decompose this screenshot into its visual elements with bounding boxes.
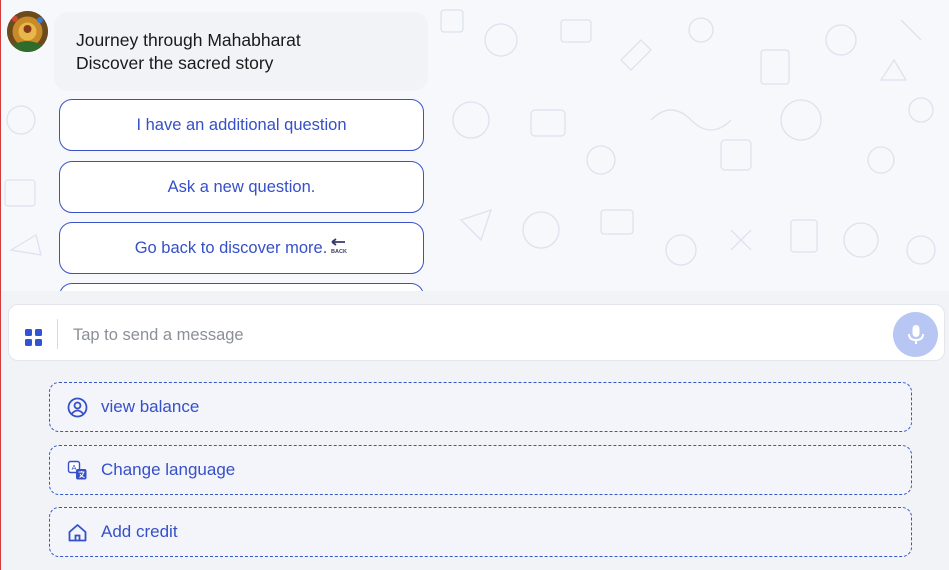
option-label: Go back to discover more. <box>134 238 328 257</box>
user-circle-icon <box>66 396 88 418</box>
option-new-question-button[interactable]: Ask a new question. <box>59 161 424 213</box>
message-composer <box>8 304 945 361</box>
home-icon <box>66 521 88 543</box>
option-additional-question-button[interactable]: I have an additional question <box>59 99 424 151</box>
bottom-panel: view balance A Change language Add credi… <box>1 291 949 570</box>
grid-icon[interactable] <box>25 329 42 346</box>
composer-divider <box>57 319 58 349</box>
microphone-icon[interactable] <box>893 312 938 357</box>
translate-icon: A <box>66 459 88 481</box>
option-label: Ask a new question. <box>167 177 316 196</box>
message-line-2: Discover the sacred story <box>76 53 274 73</box>
option-go-back-button[interactable]: Go back to discover more. BACK <box>59 222 424 274</box>
add-credit-button[interactable]: Add credit <box>49 507 912 557</box>
change-language-button[interactable]: A Change language <box>49 445 912 495</box>
change-language-label: Change language <box>101 460 236 479</box>
option-label: I have an additional question <box>136 115 347 134</box>
chat-history[interactable]: Journey through Mahabharat Discover the … <box>1 0 949 291</box>
message-input[interactable] <box>71 321 875 349</box>
back-arrow-icon: BACK <box>330 237 348 260</box>
option-partial-button[interactable] <box>59 283 424 291</box>
add-credit-label: Add credit <box>101 522 178 541</box>
view-balance-label: view balance <box>101 397 200 416</box>
bot-avatar <box>7 11 48 52</box>
bot-message-bubble: Journey through Mahabharat Discover the … <box>54 12 428 91</box>
svg-text:A: A <box>71 463 76 472</box>
svg-text:BACK: BACK <box>331 249 347 255</box>
view-balance-button[interactable]: view balance <box>49 382 912 432</box>
message-line-1: Journey through Mahabharat <box>76 30 301 50</box>
